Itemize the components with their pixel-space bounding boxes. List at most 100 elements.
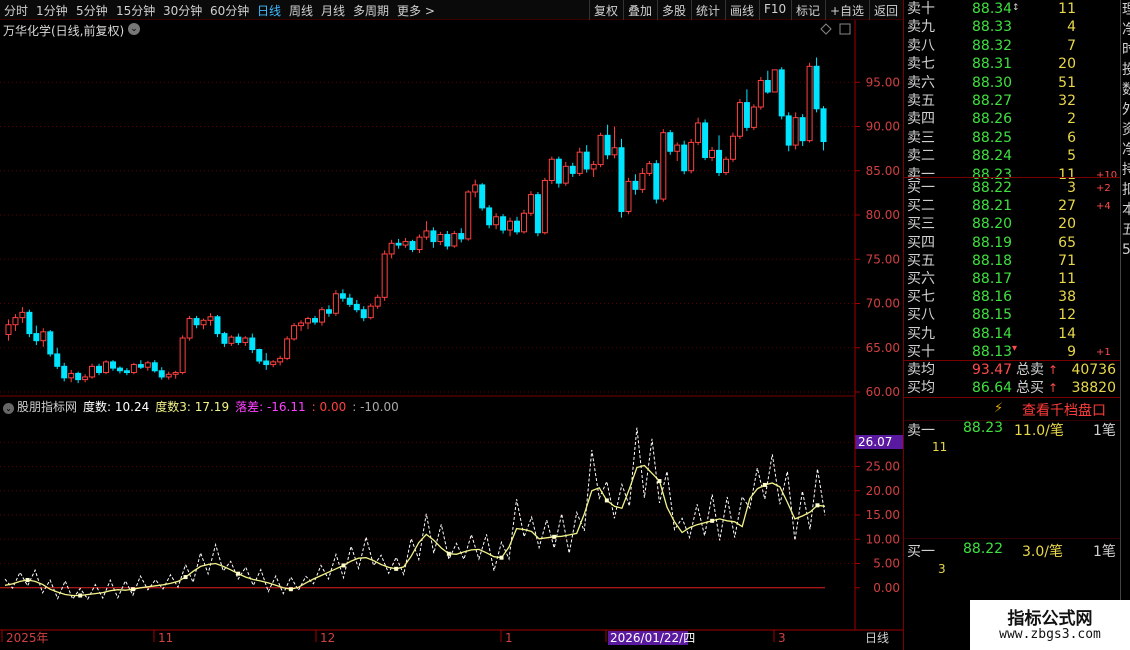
toolbar-separator	[825, 0, 826, 20]
candle-body	[757, 79, 764, 108]
timeframe-tab-5[interactable]: 60分钟	[210, 2, 249, 19]
toolbar-button-4[interactable]: 画线	[730, 2, 754, 19]
ask-row-6[interactable]: 卖四 88.26 2	[904, 110, 1120, 129]
ask-row-8[interactable]: 卖二 88.24 5	[904, 147, 1120, 166]
detail-divider	[904, 420, 1120, 421]
bid-row-8[interactable]: 买九 88.14 14	[904, 325, 1120, 344]
side-strip-char: 五	[1122, 220, 1130, 240]
candle-body	[597, 134, 604, 166]
toolbar-button-3[interactable]: 统计	[696, 2, 720, 19]
candle-body	[576, 151, 583, 174]
x-tick-label: 11	[158, 631, 173, 645]
candle-body	[465, 191, 472, 240]
candle-body	[277, 357, 284, 363]
bid-label: 买九	[907, 325, 935, 342]
timeframe-tab-8[interactable]: 月线	[321, 2, 345, 19]
candle-body	[555, 158, 562, 184]
ask-label: 卖七	[907, 56, 935, 73]
candle-body	[5, 324, 12, 335]
detail-divider-2	[904, 538, 1120, 539]
timeframe-tab-1[interactable]: 1分钟	[36, 2, 68, 19]
candle-body	[736, 102, 743, 137]
bid-row-3[interactable]: 买四 88.19 65	[904, 234, 1120, 253]
toolbar-separator	[589, 0, 590, 20]
detail-bid1-price: 88.22	[963, 541, 1004, 557]
toolbar-button-2[interactable]: 多股	[662, 2, 686, 19]
x-tick-label: 2025年	[6, 631, 49, 645]
x-tick-label: 3	[778, 631, 786, 645]
bid-label: 买二	[907, 198, 935, 215]
ask-row-1[interactable]: 卖九 88.33 4	[904, 18, 1120, 37]
bid-row-7[interactable]: 买八 88.15 12	[904, 306, 1120, 325]
ask-row-5[interactable]: 卖五 88.27 32	[904, 92, 1120, 111]
candle-body	[750, 106, 757, 128]
panel-divider[interactable]	[903, 0, 904, 650]
toolbar-button-5[interactable]: F10	[764, 2, 786, 16]
ask-price: 88.26	[972, 111, 1013, 128]
timeframe-tab-6[interactable]: 日线	[257, 2, 281, 19]
detail-ask1-row: 卖一 88.23 11.0/笔 1笔	[907, 420, 1116, 440]
toolbar-button-0[interactable]: 复权	[594, 2, 618, 19]
toolbar-button-1[interactable]: 叠加	[628, 2, 652, 19]
indicator-name[interactable]: 股朋指标网	[17, 400, 77, 414]
candle-body	[639, 172, 646, 190]
chart-title: 万华化学(日线,前复权)	[3, 24, 125, 38]
candle-body	[674, 144, 681, 152]
timeframe-tab-0[interactable]: 分时	[4, 2, 28, 19]
indicator-header: ⌄ 股朋指标网 度数: 10.24 度数3: 17.19 落差: -16.11: 0.0…	[3, 398, 405, 415]
toolbar-button-6[interactable]: 标记	[796, 2, 820, 19]
toolbar-button-7[interactable]: +自选	[830, 2, 864, 19]
bid-label: 买四	[907, 234, 935, 251]
bid-row-1[interactable]: 买二 88.21 27 +4	[904, 197, 1120, 216]
ask-total-value: 40736	[1071, 362, 1116, 378]
lightning-icon: ⚡	[994, 401, 1004, 416]
view-depth-button[interactable]: 查看千档盘口	[1022, 400, 1106, 420]
bid-row-2[interactable]: 买三 88.20 20	[904, 215, 1120, 234]
side-info-strip: 理净时投数外资净持扣本五5	[1120, 0, 1130, 650]
toolbar-button-8[interactable]: 返回	[874, 2, 898, 19]
candle-body	[583, 151, 590, 170]
chevron-down-icon[interactable]: ⌄	[128, 23, 140, 35]
indicator-menu-icon[interactable]: ⌄	[3, 403, 14, 414]
side-strip-char: 投	[1122, 60, 1130, 80]
indicator-grid: 0.005.0010.0015.0020.0025.0030.00	[0, 435, 900, 595]
candle-body	[172, 372, 179, 375]
ask-row-3[interactable]: 卖七 88.31 20	[904, 55, 1120, 74]
bid-row-0[interactable]: 买一 88.22 3 +2	[904, 179, 1120, 198]
ask-price: 88.25	[972, 129, 1013, 146]
candle-body	[214, 316, 221, 335]
ask-row-2[interactable]: 卖八 88.32 7	[904, 37, 1120, 56]
candle-body	[318, 309, 325, 323]
timeframe-tab-7[interactable]: 周线	[289, 2, 313, 19]
indicator-marker	[499, 555, 504, 560]
toolbar-separator	[691, 0, 692, 20]
side-strip-char: 净	[1122, 20, 1130, 40]
candle-body	[68, 372, 75, 379]
timeframe-tab-10[interactable]: 更多 >	[397, 2, 435, 19]
bid-row-4[interactable]: 买五 88.18 71	[904, 252, 1120, 271]
indicator-value-3: 落差: -16.11	[235, 400, 306, 414]
ask-row-4[interactable]: 卖六 88.30 51	[904, 74, 1120, 93]
bid-row-5[interactable]: 买六 88.17 11	[904, 270, 1120, 289]
candle-body	[130, 364, 137, 374]
side-strip-char: 5	[1122, 240, 1130, 260]
bid-volume: 20	[1058, 216, 1076, 233]
sort-arrow-icon[interactable]: ↕	[1012, 3, 1020, 13]
candle-body	[716, 149, 723, 174]
y-tick-label: 90.00	[866, 120, 900, 134]
timeframe-tab-9[interactable]: 多周期	[353, 2, 389, 19]
ask-row-7[interactable]: 卖三 88.25 6	[904, 129, 1120, 148]
timeframe-tab-3[interactable]: 15分钟	[116, 2, 155, 19]
candle-body	[430, 230, 437, 243]
timeframe-tab-4[interactable]: 30分钟	[163, 2, 202, 19]
candlestick-series	[5, 57, 827, 384]
y-tick-label: 65.00	[866, 341, 900, 355]
detail-bid1-label: 买一	[907, 544, 935, 560]
timeframe-tab-2[interactable]: 5分钟	[76, 2, 108, 19]
bid-change: +1	[1096, 346, 1111, 358]
bid-total-label: 总买	[1016, 380, 1044, 396]
candle-body	[137, 364, 144, 368]
bid-row-6[interactable]: 买七 88.16 38	[904, 288, 1120, 307]
candle-body	[604, 134, 611, 156]
detail-ask1-label: 卖一	[907, 423, 935, 439]
